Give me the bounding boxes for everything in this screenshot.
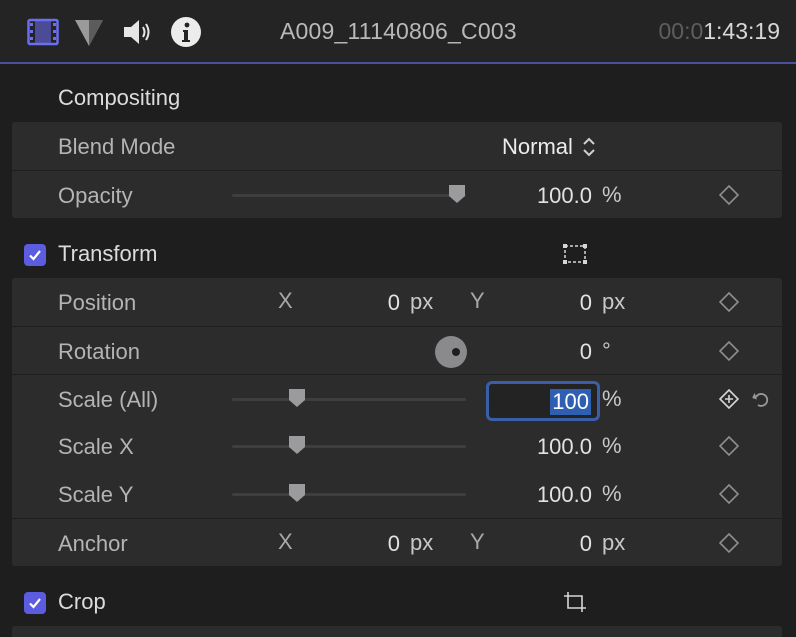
rotation-value[interactable]: 0 (532, 339, 592, 365)
scale-all-edit-field[interactable]: 100 (486, 381, 600, 421)
checkmark-icon (29, 250, 41, 261)
timecode: 00:01:43:19 (658, 18, 780, 45)
transform-checkbox[interactable] (24, 244, 46, 266)
transform-header: Transform (0, 230, 796, 278)
speaker-icon[interactable] (120, 14, 156, 50)
blend-mode-label: Blend Mode (58, 134, 176, 159)
timecode-bright: 1:43:19 (703, 18, 780, 44)
scale-all-label: Scale (All) (58, 387, 159, 412)
crop-checkbox[interactable] (24, 592, 46, 614)
opacity-row: Opacity 100.0 % (12, 170, 782, 218)
scale-y-keyframe-icon[interactable] (718, 483, 740, 505)
opacity-slider-thumb[interactable] (448, 184, 466, 204)
transform-group: Position X 0 px Y 0 px Rotation 0 ° Scal… (12, 278, 782, 566)
position-label: Position (58, 290, 137, 315)
compositing-group: Blend Mode Normal Opacity 100.0 % (12, 122, 782, 218)
position-x-label: X (278, 288, 293, 313)
scale-y-slider-thumb[interactable] (288, 483, 306, 503)
blend-mode-select[interactable]: Normal (502, 132, 597, 162)
scale-y-label: Scale Y (58, 482, 134, 507)
anchor-keyframe-icon[interactable] (718, 532, 740, 554)
scale-all-slider-thumb[interactable] (288, 388, 306, 408)
scale-x-keyframe-icon[interactable] (718, 435, 740, 457)
position-row: Position X 0 px Y 0 px (12, 278, 782, 326)
crop-title: Crop (58, 589, 106, 614)
position-y-label: Y (470, 288, 485, 313)
scale-x-unit: % (602, 433, 622, 458)
rotation-keyframe-icon[interactable] (718, 340, 740, 362)
reset-icon[interactable] (750, 388, 772, 410)
scale-all-value[interactable]: 100 (550, 389, 591, 415)
scale-y-unit: % (602, 481, 622, 506)
opacity-value[interactable]: 100.0 (482, 183, 592, 209)
rotation-unit: ° (602, 338, 611, 363)
position-x-unit: px (410, 289, 434, 314)
film-strip-icon[interactable] (26, 14, 60, 50)
scale-y-slider[interactable] (232, 493, 466, 496)
anchor-y-value[interactable]: 0 (532, 531, 592, 557)
anchor-x-unit: px (410, 530, 434, 555)
anchor-x-label: X (278, 529, 293, 554)
blend-mode-value: Normal (502, 134, 573, 159)
scale-x-label: Scale X (58, 434, 134, 459)
scale-x-row: Scale X 100.0 % (12, 422, 782, 470)
crop-header: Crop (0, 578, 796, 626)
opacity-keyframe-icon[interactable] (718, 184, 740, 206)
compositing-title: Compositing (58, 85, 181, 110)
scale-y-value[interactable]: 100.0 (482, 482, 592, 508)
blend-mode-row: Blend Mode Normal (12, 122, 782, 170)
color-icon[interactable] (72, 14, 106, 50)
stepper-chevrons-icon (583, 137, 595, 157)
anchor-x-value[interactable]: 0 (342, 531, 400, 557)
anchor-y-label: Y (470, 529, 485, 554)
anchor-row: Anchor X 0 px Y 0 px (12, 518, 782, 566)
transform-title: Transform (58, 241, 158, 266)
add-keyframe-icon[interactable] (718, 388, 740, 410)
position-keyframe-icon[interactable] (718, 291, 740, 313)
scale-y-row: Scale Y 100.0 % (12, 470, 782, 518)
opacity-unit: % (602, 182, 622, 207)
scale-x-value[interactable]: 100.0 (482, 434, 592, 460)
anchor-y-unit: px (602, 530, 626, 555)
scale-all-slider[interactable] (232, 398, 466, 401)
inspector-header: A009_11140806_C003 00:01:43:19 (0, 0, 796, 64)
position-x-value[interactable]: 0 (342, 290, 400, 316)
opacity-slider[interactable] (232, 194, 466, 197)
checkmark-icon (29, 598, 41, 609)
timecode-dim: 00:0 (658, 18, 704, 44)
anchor-label: Anchor (58, 531, 128, 556)
scale-x-slider[interactable] (232, 445, 466, 448)
scale-x-slider-thumb[interactable] (288, 435, 306, 455)
info-icon[interactable] (168, 14, 204, 50)
position-y-unit: px (602, 289, 626, 314)
position-y-value[interactable]: 0 (532, 290, 592, 316)
scale-all-unit: % (602, 386, 622, 411)
transform-onscreen-controls-icon[interactable] (562, 242, 588, 266)
rotation-dial[interactable] (435, 336, 467, 368)
compositing-header: Compositing (0, 74, 796, 122)
crop-onscreen-controls-icon[interactable] (562, 590, 588, 614)
crop-group (12, 626, 782, 637)
opacity-label: Opacity (58, 183, 133, 208)
clip-name: A009_11140806_C003 (280, 18, 517, 44)
scale-all-row: Scale (All) 100 % (12, 374, 782, 422)
rotation-row: Rotation 0 ° (12, 326, 782, 374)
rotation-label: Rotation (58, 339, 140, 364)
